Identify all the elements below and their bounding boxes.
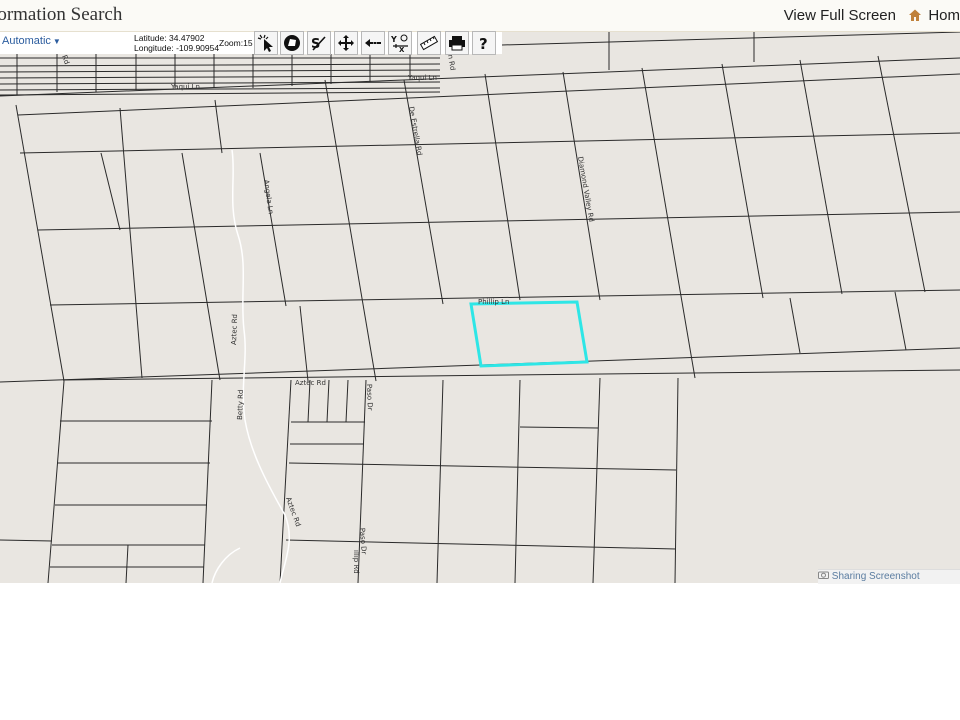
parcel-line [19, 132, 960, 154]
parcel-line [285, 539, 677, 550]
parcel-line [119, 107, 143, 379]
sharing-screenshot-bar[interactable]: Sharing Screenshot [818, 569, 960, 584]
parcel-line [279, 379, 292, 583]
road-label-phillip-rd-fragment: illip Rd [352, 550, 360, 574]
svg-text:X: X [399, 46, 405, 52]
home-link[interactable]: Hom [928, 7, 960, 24]
parcel-line [288, 462, 677, 471]
map-canvas[interactable]: Yaqui Ln Yaqui Ln De Estrella Rd Diamond… [0, 32, 960, 583]
selected-parcel[interactable] [469, 300, 589, 368]
help-icon: ? [479, 35, 488, 52]
header-bar: formation Search View Full Screen Hom [0, 0, 960, 32]
parcel-line [894, 291, 907, 351]
map-toolbar: Automatic ▼ Latitude: 34.47902 Longitude:… [0, 31, 502, 55]
road-label-fragment-a: Rd [60, 54, 71, 65]
parcel-line [326, 379, 330, 423]
xy-locate-tool-button[interactable]: YX [388, 31, 412, 55]
page-title: formation Search [0, 4, 123, 25]
longitude-label: Longitude: [134, 43, 174, 53]
help-tool-button[interactable]: ? [472, 31, 496, 55]
road-label-angela-ln: Angela Ln [262, 179, 275, 215]
measure-tool-button[interactable]: S [307, 31, 331, 55]
parcel-line [674, 377, 679, 583]
parcel-line [17, 73, 960, 116]
parcel-line [37, 211, 960, 231]
measure-percent-icon: S [311, 36, 326, 52]
parcel-line [15, 104, 65, 382]
polygon-select-icon [284, 35, 300, 51]
ruler-tool-button[interactable] [417, 31, 441, 55]
parcel-line [259, 152, 287, 307]
home-icon[interactable] [908, 8, 922, 22]
parcel-map: Yaqui Ln Yaqui Ln De Estrella Rd Diamond… [0, 32, 960, 583]
parcel-line [0, 69, 441, 73]
parcel-line [436, 379, 444, 583]
chevron-down-icon: ▼ [52, 37, 61, 46]
parcel-line [324, 79, 377, 382]
parcel-line [47, 380, 65, 583]
basemap-select[interactable]: Automatic ▼ [2, 35, 61, 47]
parcel-line [789, 297, 801, 354]
road-label-yaqui-ln: Yaqui Ln [170, 83, 200, 91]
parcel-line [641, 67, 696, 379]
parcel-line [519, 426, 599, 429]
zoom-value: 15 [243, 38, 253, 48]
polygon-select-tool-button[interactable] [280, 31, 304, 55]
identify-icon [257, 34, 273, 52]
xy-locate-icon: YX [391, 34, 408, 52]
parcel-line [345, 379, 349, 423]
parcel-line [202, 379, 213, 583]
road-label-yaqui-ln-2: Yaqui Ln [407, 74, 437, 82]
zoom-label: Zoom: [219, 38, 244, 48]
road-label-paso-dr: Paso Dr [365, 384, 374, 411]
back-arrow-icon [365, 39, 381, 47]
camera-icon [818, 570, 829, 582]
parcel-line [214, 99, 223, 154]
parcel-line [299, 305, 309, 382]
back-tool-button[interactable] [361, 31, 385, 55]
longitude-value: -109.90954 [176, 43, 220, 53]
parcel-line [0, 81, 441, 85]
road-label-aztec-rd-vertical: Aztec Rd [230, 314, 239, 345]
parcel-line [592, 377, 601, 583]
road-label-betty-rd: Betty Rd [236, 390, 245, 421]
parcel-line [514, 379, 521, 583]
road-label-de-estrella-rd: De Estrella Rd [407, 106, 423, 156]
parcel-line [125, 544, 129, 583]
road-label-aztec-rd: Aztec Rd [295, 379, 326, 387]
parcel-line [484, 73, 521, 301]
svg-text:?: ? [479, 35, 488, 52]
zoom-readout: Zoom:15 [219, 38, 253, 48]
view-full-screen-link[interactable]: View Full Screen [784, 7, 896, 24]
parcel-line [721, 63, 764, 299]
parcel-line [0, 87, 441, 91]
basemap-value: Automatic [2, 35, 51, 47]
road-label-phillip-ln: Phillip Ln [478, 298, 509, 306]
latitude-label: Latitude: [134, 33, 167, 43]
pan-tool-button[interactable] [334, 31, 358, 55]
parcel-line [799, 59, 843, 295]
sharing-screenshot-label: Sharing Screenshot [831, 570, 920, 582]
parcel-line [181, 152, 221, 381]
parcel-line [877, 55, 926, 293]
parcel-line [0, 75, 441, 79]
parcel-line [501, 32, 960, 46]
road-label-fragment-b: n Rd [446, 54, 457, 71]
print-tool-button[interactable] [445, 31, 469, 55]
svg-text:Y: Y [391, 35, 397, 44]
ruler-icon [420, 35, 438, 51]
coordinate-readout: Latitude: 34.47902 Longitude: -109.90954 [134, 33, 219, 53]
pan-icon [338, 35, 354, 51]
wash-line [211, 149, 291, 583]
print-icon [449, 36, 465, 51]
parcel-line [100, 152, 121, 231]
identify-tool-button[interactable] [254, 31, 278, 55]
latitude-value: 34.47902 [169, 33, 205, 43]
parcel-line [0, 539, 53, 542]
header-nav: View Full Screen Hom [784, 6, 960, 24]
